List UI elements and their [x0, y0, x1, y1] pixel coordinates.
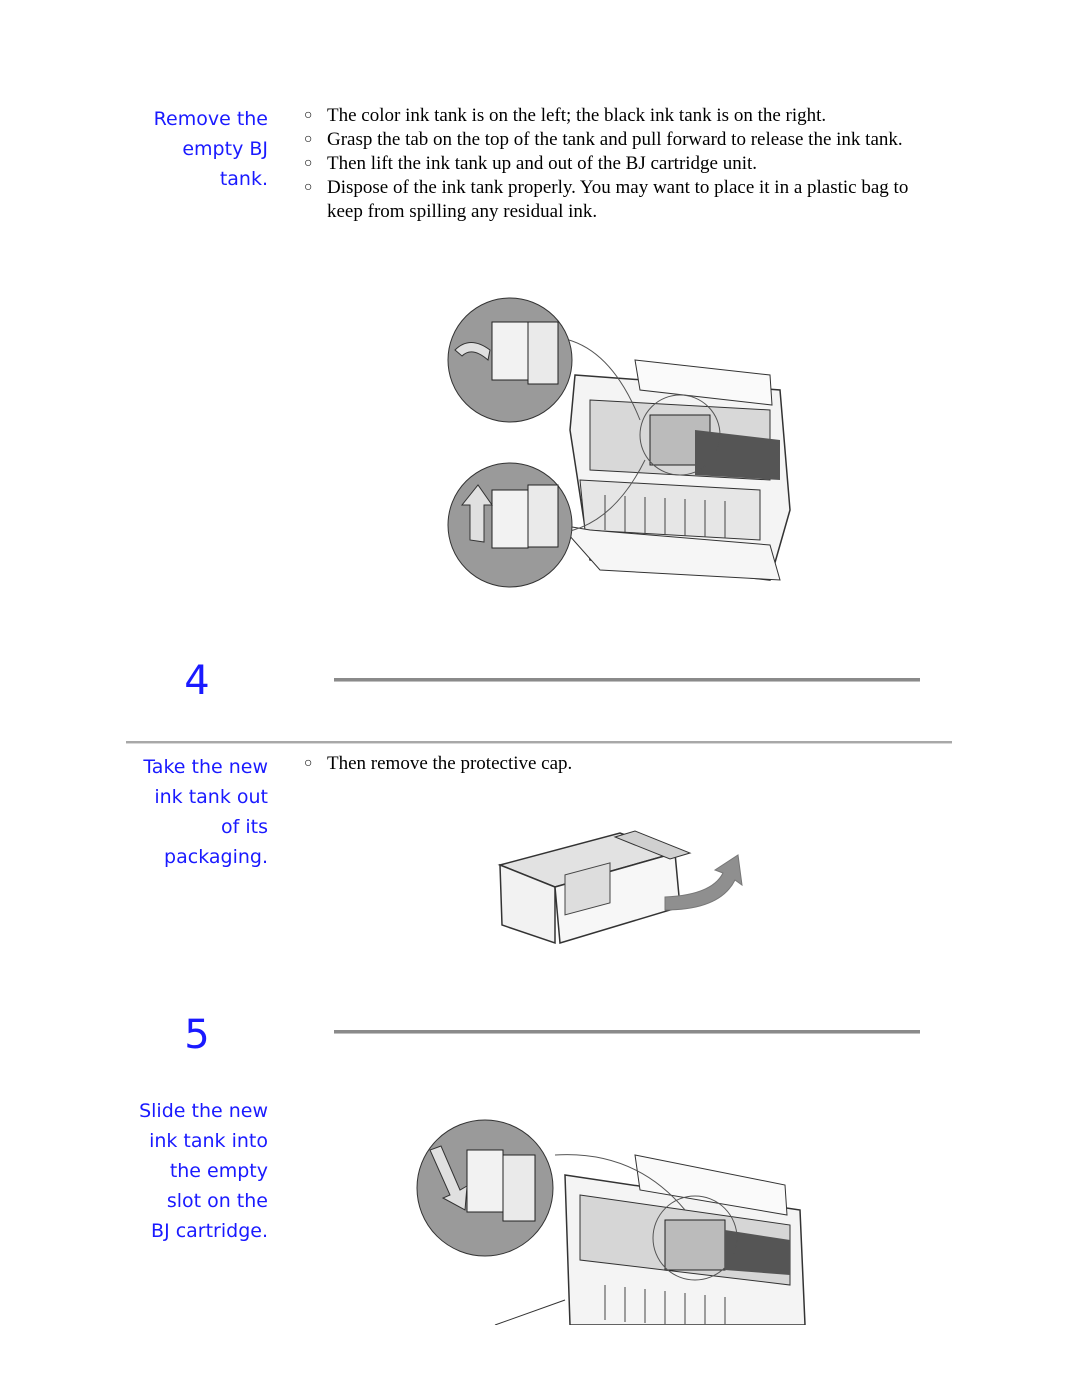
list-item: ○ Dispose of the ink tank properly. You m…	[300, 176, 930, 224]
heading-line: ink tank out	[154, 786, 268, 808]
list-item-text: Then remove the protective cap.	[327, 753, 573, 774]
heading-line: empty BJ	[182, 138, 268, 160]
bullet-icon: ○	[304, 756, 313, 771]
step-divider	[334, 678, 920, 682]
list-item-text: Then lift the ink tank up and out of the…	[327, 153, 758, 174]
step4-heading: Take the new ink tank out of its packagi…	[108, 752, 268, 872]
bullet-icon: ○	[304, 156, 313, 171]
list-item: ○ Grasp the tab on the top of the tank an…	[300, 128, 930, 152]
remove-instructions-list: ○ The color ink tank is on the left; the …	[300, 104, 930, 224]
section-heading-remove: Remove the empty BJ tank.	[108, 104, 268, 194]
step-number-4: 4	[184, 658, 210, 704]
step-number-5: 5	[184, 1012, 210, 1058]
list-item: ○ Then remove the protective cap.	[300, 752, 930, 776]
heading-line: the empty	[169, 1160, 268, 1182]
heading-line: BJ cartridge.	[151, 1220, 268, 1242]
heading-line: Take the new	[143, 756, 268, 778]
list-item-text: Dispose of the ink tank properly. You ma…	[327, 177, 909, 222]
ink-tank-cap-removal-illustration	[497, 830, 743, 945]
bullet-icon: ○	[304, 132, 313, 147]
heading-line: Slide the new	[139, 1100, 268, 1122]
heading-line: slot on the	[166, 1190, 268, 1212]
step4-instructions-list: ○ Then remove the protective cap.	[300, 752, 930, 776]
list-item-text: Grasp the tab on the top of the tank and…	[327, 129, 903, 150]
bullet-icon: ○	[304, 108, 313, 123]
list-item: ○ The color ink tank is on the left; the …	[300, 104, 930, 128]
bullet-icon: ○	[304, 180, 313, 195]
heading-line: tank.	[219, 168, 268, 190]
step-divider	[334, 1030, 920, 1034]
heading-line: of its	[221, 816, 268, 838]
printer-insert-ink-tank-illustration	[416, 1119, 806, 1325]
heading-line: Remove the	[153, 108, 268, 130]
step5-heading: Slide the new ink tank into the empty sl…	[108, 1096, 268, 1246]
heading-line: ink tank into	[149, 1130, 268, 1152]
section-separator	[126, 741, 952, 744]
heading-line: packaging.	[164, 846, 268, 868]
printer-remove-ink-tank-illustration	[447, 297, 791, 588]
list-item: ○ Then lift the ink tank up and out of th…	[300, 152, 930, 176]
list-item-text: The color ink tank is on the left; the b…	[327, 105, 827, 126]
